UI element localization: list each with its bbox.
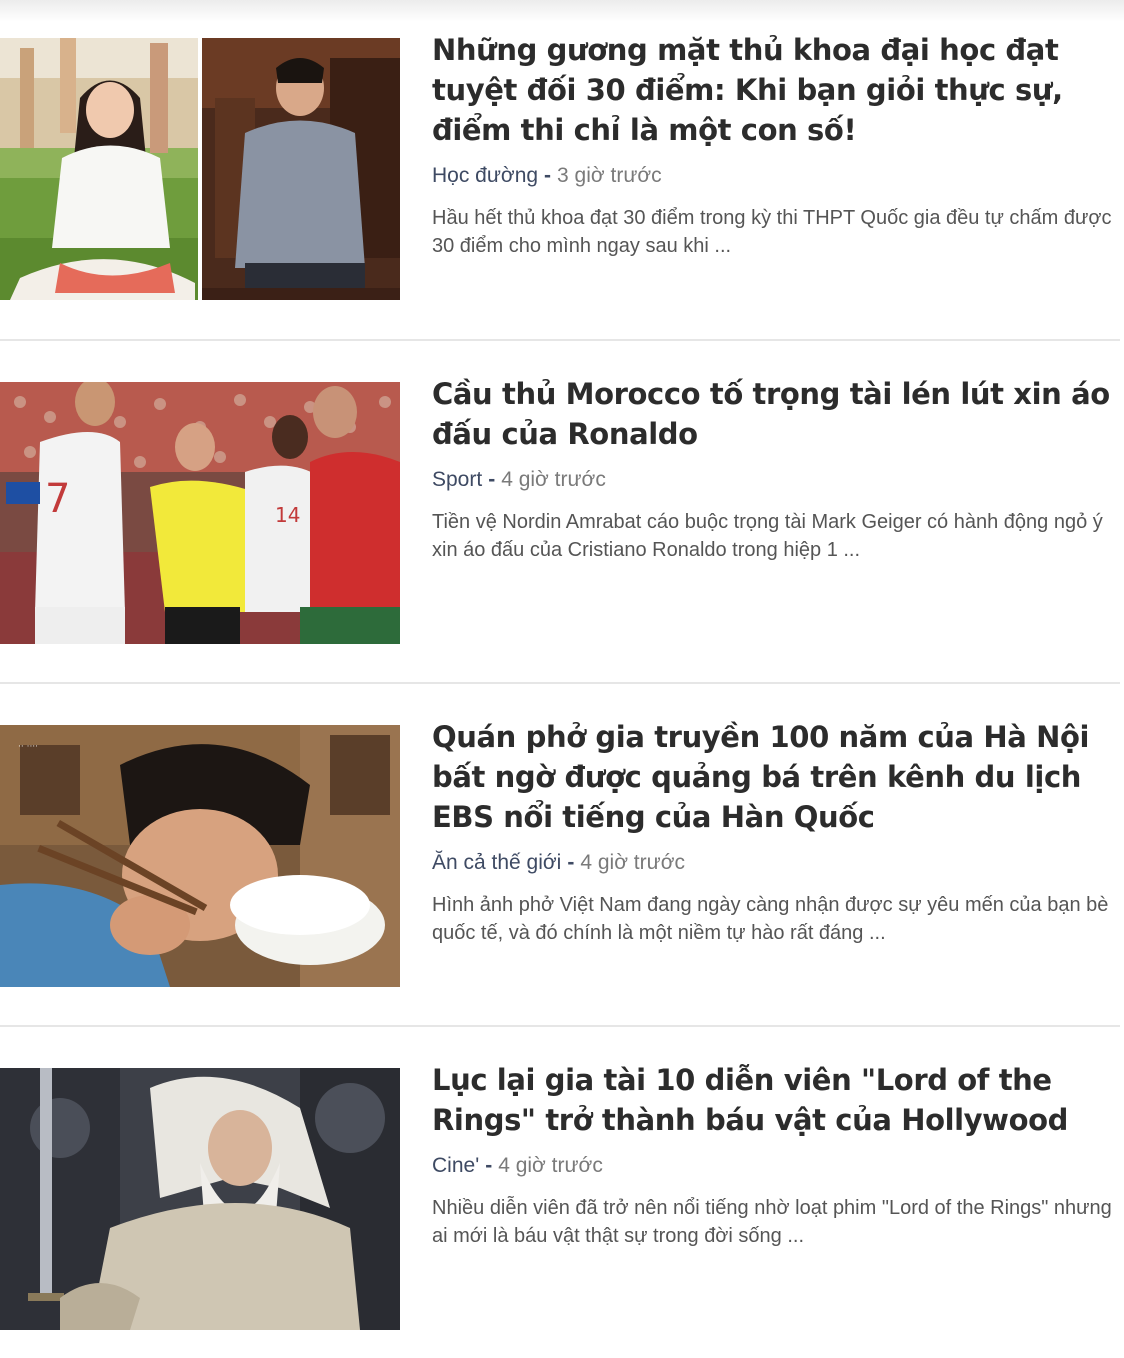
article-content: Cầu thủ Morocco tố trọng tài lén lút xin…	[432, 377, 1122, 564]
article-time: 4 giờ trước	[501, 468, 606, 491]
article-card[interactable]: Những gương mặt thủ khoa đại học đạt tuy…	[0, 33, 1124, 300]
article-title[interactable]: Cầu thủ Morocco tố trọng tài lén lút xin…	[432, 374, 1122, 454]
article-meta: Học đường -3 giờ trước	[432, 162, 1122, 190]
article-category[interactable]: Sport	[432, 468, 482, 491]
meta-separator: -	[485, 1154, 493, 1177]
article-card[interactable]: ·· ···· Quán phở gia truyền 100 năm của …	[0, 720, 1124, 987]
thumbnail-football-image: 7 14	[0, 382, 400, 644]
top-shadow	[0, 0, 1124, 22]
thumbnail-gandalf-image	[0, 1068, 400, 1330]
svg-text:·· ····: ·· ····	[18, 742, 38, 752]
svg-text:14: 14	[275, 503, 300, 527]
article-content: Quán phở gia truyền 100 năm của Hà Nội b…	[432, 720, 1122, 947]
article-title[interactable]: Quán phở gia truyền 100 năm của Hà Nội b…	[432, 717, 1122, 837]
article-time: 4 giờ trước	[580, 851, 685, 874]
article-time: 4 giờ trước	[498, 1154, 603, 1177]
article-category[interactable]: Cine'	[432, 1154, 479, 1177]
article-content: Lục lại gia tài 10 diễn viên "Lord of th…	[432, 1063, 1122, 1250]
article-meta: Cine' -4 giờ trước	[432, 1152, 1122, 1180]
article-summary: Hình ảnh phở Việt Nam đang ngày càng nhậ…	[432, 894, 1109, 944]
article-divider	[0, 339, 1120, 341]
article-thumbnail[interactable]: ·· ····	[0, 725, 400, 987]
article-content: Những gương mặt thủ khoa đại học đạt tuy…	[432, 33, 1122, 260]
article-title[interactable]: Lục lại gia tài 10 diễn viên "Lord of th…	[432, 1060, 1122, 1140]
article-divider	[0, 682, 1120, 684]
article-thumbnail[interactable]	[0, 38, 400, 300]
article-summary: Hầu hết thủ khoa đạt 30 điểm trong kỳ th…	[432, 207, 1112, 257]
meta-separator: -	[488, 468, 496, 491]
article-category[interactable]: Học đường	[432, 164, 538, 187]
article-divider	[0, 1025, 1120, 1027]
article-thumbnail[interactable]	[0, 1068, 400, 1330]
article-summary: Tiền vệ Nordin Amrabat cáo buộc trọng tà…	[432, 511, 1103, 561]
meta-separator: -	[544, 164, 552, 187]
article-meta: Ăn cả thế giới -4 giờ trước	[432, 849, 1122, 877]
thumbnail-pho-image: ·· ····	[0, 725, 400, 987]
article-category[interactable]: Ăn cả thế giới	[432, 851, 561, 874]
article-card[interactable]: Lục lại gia tài 10 diễn viên "Lord of th…	[0, 1063, 1124, 1330]
article-title[interactable]: Những gương mặt thủ khoa đại học đạt tuy…	[432, 30, 1122, 150]
article-meta: Sport -4 giờ trước	[432, 466, 1122, 494]
meta-separator: -	[567, 851, 575, 874]
article-summary: Nhiều diễn viên đã trở nên nổi tiếng nhờ…	[432, 1197, 1112, 1247]
article-thumbnail[interactable]: 7 14	[0, 382, 400, 644]
svg-text:7: 7	[45, 476, 70, 522]
article-card[interactable]: 7 14 Cầu thủ Morocco tố trọng tài lén lú…	[0, 377, 1124, 644]
thumbnail-students-image	[0, 38, 400, 300]
article-time: 3 giờ trước	[557, 164, 662, 187]
